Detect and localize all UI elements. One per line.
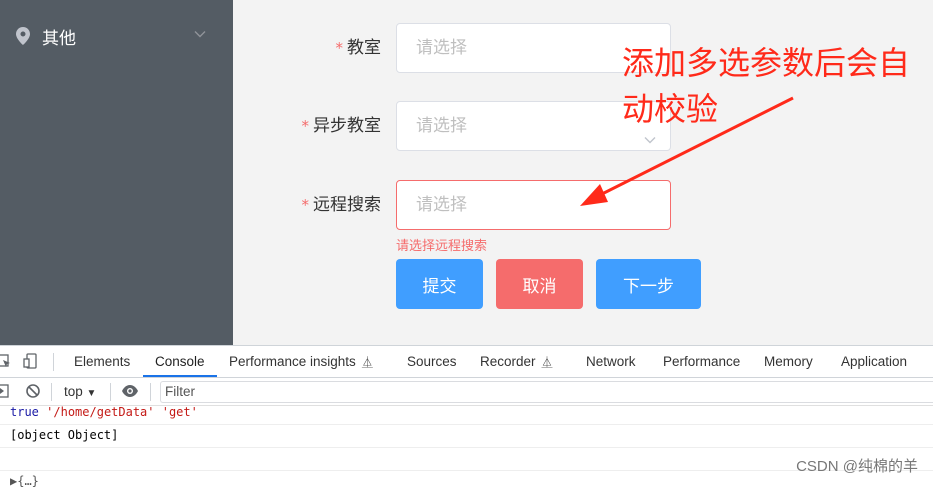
location-pin-icon (14, 25, 32, 47)
tab-sources[interactable]: Sources (407, 346, 457, 377)
tab-memory[interactable]: Memory (764, 346, 813, 377)
sidebar-toggle-icon[interactable] (0, 383, 12, 401)
console-toolbar: top ▼ Filter (0, 378, 933, 406)
cancel-button[interactable]: 取消 (496, 259, 583, 309)
validation-error-message: 请选择远程搜索 (396, 239, 488, 254)
chevron-down-icon (192, 26, 208, 42)
console-filter-input[interactable]: Filter (160, 381, 933, 403)
tab-performance-insights[interactable]: Performance insights ⏅ (229, 346, 373, 377)
devtools-panel: Elements Console Performance insights ⏅ S… (0, 345, 933, 488)
divider (53, 353, 54, 371)
console-log-line: [object Object] (10, 428, 119, 442)
async-classroom-select[interactable]: 请选择 (396, 101, 671, 151)
form-row-async-classroom: * 异步教室 请选择 (233, 101, 933, 151)
remote-search-select[interactable]: 请选择 (396, 180, 671, 230)
context-label: top (64, 384, 83, 399)
divider (0, 470, 933, 471)
tab-label: Performance insights (229, 354, 356, 369)
form-label: * 异步教室 (301, 116, 382, 136)
divider (0, 424, 933, 425)
tab-application[interactable]: Application (841, 346, 907, 377)
clear-console-icon[interactable] (25, 383, 43, 401)
context-selector[interactable]: top ▼ (64, 378, 96, 408)
form-label: * 远程搜索 (301, 195, 382, 215)
main-content: * 教室 请选择 * 异步教室 请选择 * 远程搜索 请选择 请选择远程搜索 提交 取… (233, 0, 933, 345)
tab-label: Recorder (480, 354, 536, 369)
sidebar-item-label: 其他 (42, 28, 76, 49)
sidebar: 其他 (0, 0, 233, 345)
submit-button[interactable]: 提交 (396, 259, 483, 309)
tab-performance[interactable]: Performance (663, 346, 740, 377)
watermark: CSDN @纯棉的羊 (796, 458, 918, 475)
divider (0, 447, 933, 448)
tab-recorder[interactable]: Recorder ⏅ (480, 346, 553, 377)
dropdown-arrow-icon: ▼ (86, 388, 97, 399)
device-toolbar-icon[interactable] (22, 352, 40, 370)
tab-console[interactable]: Console (143, 346, 217, 377)
divider (110, 383, 111, 401)
divider (51, 383, 52, 401)
classroom-select[interactable]: 请选择 (396, 23, 671, 73)
eye-icon[interactable] (121, 383, 139, 401)
next-step-button[interactable]: 下一步 (596, 259, 701, 309)
experiment-icon: ⏅ (361, 357, 373, 369)
app-window: 其他 * 教室 请选择 * 异步教室 请选择 * 远程搜索 请选择 请选择远程搜索 提… (0, 0, 933, 345)
sidebar-item-other[interactable]: 其他 (0, 14, 233, 58)
divider (150, 383, 151, 401)
form-label: * 教室 (335, 38, 382, 58)
chevron-down-icon (642, 119, 658, 144)
form-row-classroom: * 教室 请选择 (233, 23, 933, 73)
tab-network[interactable]: Network (586, 346, 636, 377)
inspect-element-icon[interactable] (0, 352, 12, 370)
console-object-line[interactable]: ▶{…} (10, 474, 39, 488)
console-log-line: true '/home/getData' 'get' (10, 405, 198, 419)
form-row-remote-search: * 远程搜索 请选择 (233, 180, 933, 230)
tab-elements[interactable]: Elements (74, 346, 130, 377)
devtools-tab-bar: Elements Console Performance insights ⏅ S… (0, 346, 933, 378)
experiment-icon: ⏅ (541, 357, 553, 369)
